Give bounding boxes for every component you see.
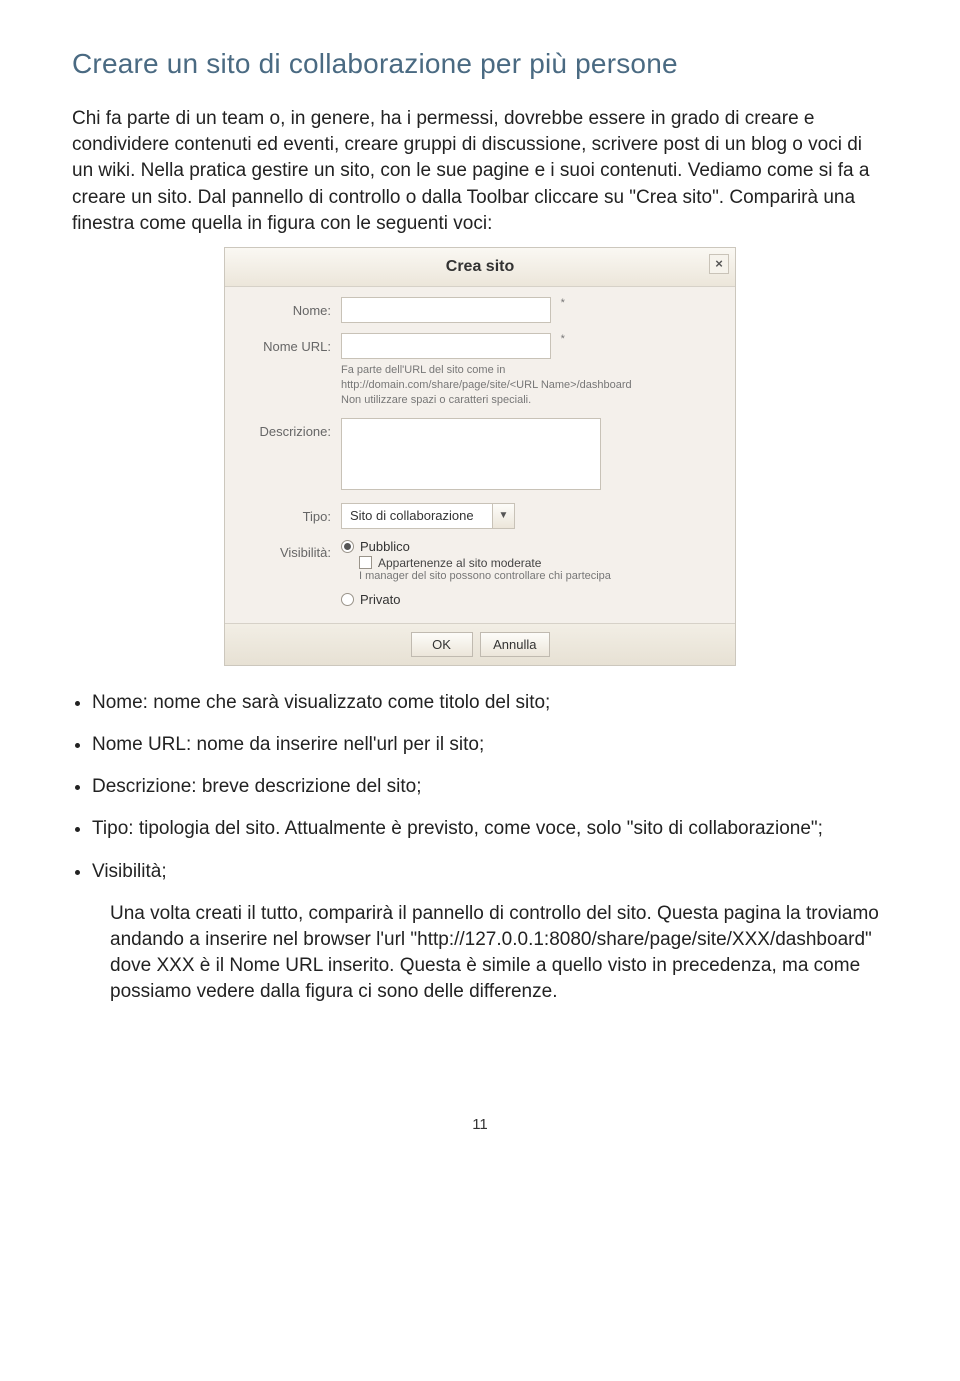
dialog-header: Crea sito × [225, 248, 735, 287]
dialog-title: Crea sito [446, 258, 514, 275]
description-textarea[interactable] [341, 418, 601, 490]
list-item: Nome URL: nome da inserire nell'url per … [92, 732, 888, 758]
url-help-line: Non utilizzare spazi o caratteri special… [341, 393, 681, 408]
description-label: Descrizione: [241, 418, 341, 439]
url-name-input[interactable] [341, 333, 551, 359]
url-help-line: Fa parte dell'URL del sito come in [341, 363, 681, 378]
list-item: Visibilità; [92, 859, 888, 885]
section-heading: Creare un sito di collaborazione per più… [72, 48, 888, 80]
type-select[interactable]: Sito di collaborazione ▼ [341, 503, 515, 529]
radio-icon [341, 593, 354, 606]
list-item: Tipo: tipologia del sito. Attualmente è … [92, 816, 888, 842]
visibility-public-label: Pubblico [360, 539, 410, 554]
checkbox-icon [359, 556, 372, 569]
name-input[interactable] [341, 297, 551, 323]
required-mark: * [561, 333, 565, 345]
visibility-public-radio[interactable]: Pubblico [341, 539, 719, 554]
radio-icon [341, 540, 354, 553]
create-site-dialog: Crea sito × Nome: * Nome URL: * [224, 247, 736, 666]
moderate-membership-label: Appartenenze al sito moderate [378, 556, 541, 570]
ok-button[interactable]: OK [411, 632, 473, 657]
list-item: Nome: nome che sarà visualizzato come ti… [92, 690, 888, 716]
type-select-value: Sito di collaborazione [342, 508, 492, 523]
visibility-private-label: Privato [360, 592, 400, 607]
url-help-line: http://domain.com/share/page/site/<URL N… [341, 378, 681, 393]
close-icon[interactable]: × [709, 254, 729, 274]
cancel-button[interactable]: Annulla [480, 632, 549, 657]
visibility-private-radio[interactable]: Privato [341, 592, 719, 607]
url-name-label: Nome URL: [241, 333, 341, 354]
closing-paragraph: Una volta creati il tutto, comparirà il … [110, 901, 888, 1006]
intro-paragraph: Chi fa parte di un team o, in genere, ha… [72, 106, 888, 237]
moderate-membership-note: I manager del sito possono controllare c… [359, 570, 719, 582]
visibility-label: Visibilità: [241, 539, 341, 560]
type-label: Tipo: [241, 503, 341, 524]
page-number: 11 [72, 1116, 888, 1133]
list-item: Descrizione: breve descrizione del sito; [92, 774, 888, 800]
moderate-membership-checkbox[interactable]: Appartenenze al sito moderate [359, 556, 719, 570]
name-label: Nome: [241, 297, 341, 318]
chevron-down-icon: ▼ [492, 504, 514, 528]
field-explanation-list: Nome: nome che sarà visualizzato come ti… [72, 690, 888, 885]
required-mark: * [561, 297, 565, 309]
dialog-footer: OK Annulla [225, 623, 735, 665]
